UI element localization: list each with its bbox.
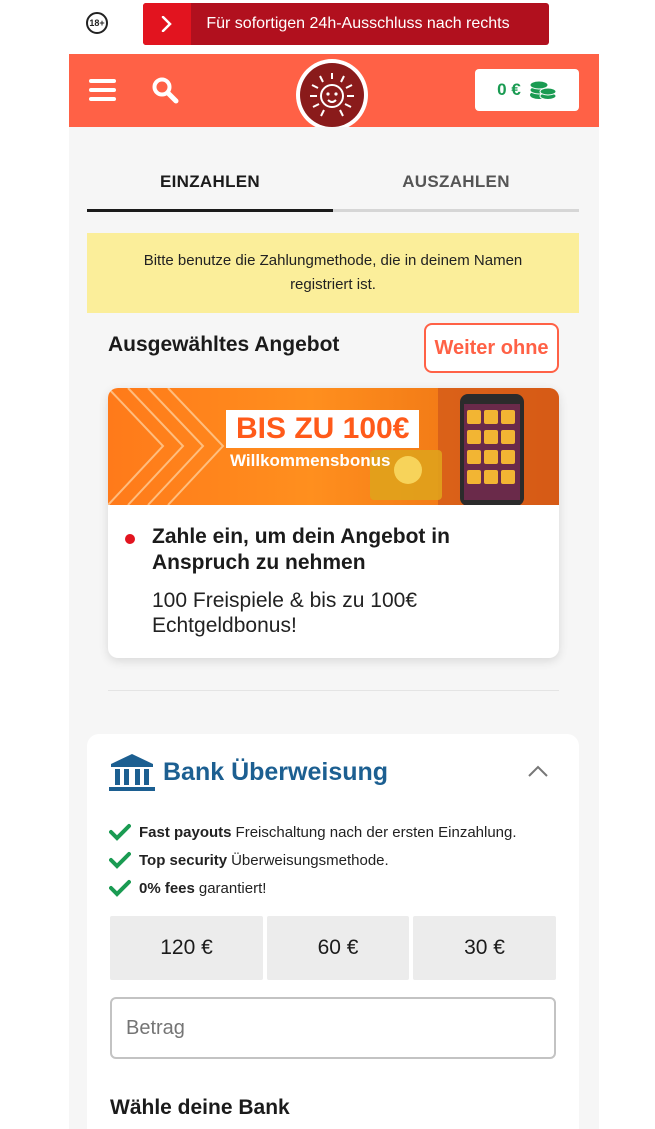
quick-amount-options: 120 € 60 € 30 € xyxy=(110,916,556,980)
balance-amount: 0 € xyxy=(497,80,521,99)
chevron-up-icon[interactable] xyxy=(527,764,549,778)
amount-option-30[interactable]: 30 € xyxy=(413,916,556,980)
feature-text: Überweisungsmethode. xyxy=(231,851,389,869)
balance-button[interactable]: 0 € xyxy=(475,69,579,111)
age-restriction-badge: 18+ xyxy=(86,12,108,34)
offer-headline: Zahle ein, um dein Angebot in Anspruch z… xyxy=(152,525,450,574)
amount-option-120[interactable]: 120 € xyxy=(110,916,263,980)
search-icon[interactable] xyxy=(151,76,181,106)
amount-input[interactable] xyxy=(110,997,556,1059)
checkmark-icon xyxy=(109,852,131,869)
site-header: 0 € xyxy=(69,54,599,131)
feature-item: 0% fees garantiert! xyxy=(109,874,517,902)
feature-item: Fast payouts Freischaltung nach der erst… xyxy=(109,818,517,846)
page: 18+ Für sofortigen 24h-Ausschluss nach r… xyxy=(0,0,655,1129)
payment-method-title: Bank Überweisung xyxy=(163,758,389,786)
offer-section-title: Ausgewähltes Angebot xyxy=(108,333,340,356)
menu-icon[interactable] xyxy=(89,79,116,101)
section-divider xyxy=(108,690,559,691)
lion-logo[interactable] xyxy=(296,59,368,131)
continue-without-offer-button[interactable]: Weiter ohne xyxy=(424,323,559,373)
feature-text: garantiert! xyxy=(198,879,267,897)
feature-bold: 0% fees xyxy=(139,879,195,897)
payment-notice: Bitte benutze die Zahlungmethode, die in… xyxy=(87,233,579,313)
feature-list: Fast payouts Freischaltung nach der erst… xyxy=(109,818,517,902)
status-dot-icon xyxy=(125,534,135,544)
chevron-right-icon[interactable] xyxy=(143,3,191,45)
choose-bank-heading: Wähle deine Bank xyxy=(110,1096,290,1119)
offer-description: 100 Freispiele & bis zu 100€ Echtgeldbon… xyxy=(152,589,417,637)
exclusion-label: Für sofortigen 24h-Ausschluss nach recht… xyxy=(206,15,510,32)
feature-bold: Fast payouts xyxy=(139,823,232,841)
feature-bold: Top security xyxy=(139,851,228,869)
bank-transfer-card: Bank Überweisung Fast payouts Freischalt… xyxy=(87,734,579,1129)
cashier-tabs: EINZAHLEN AUSZAHLEN xyxy=(87,155,579,213)
tab-deposit[interactable]: EINZAHLEN xyxy=(87,155,333,212)
offer-card[interactable]: BIS ZU 100€ Willkommensbonus Zahle ein, … xyxy=(108,388,559,658)
cashier-panel: EINZAHLEN AUSZAHLEN Bitte benutze die Za… xyxy=(69,127,599,1129)
feature-text: Freischaltung nach der ersten Einzahlung… xyxy=(235,823,517,841)
checkmark-icon xyxy=(109,880,131,897)
checkmark-icon xyxy=(109,824,131,841)
exclusion-slider-button[interactable]: Für sofortigen 24h-Ausschluss nach recht… xyxy=(143,3,549,45)
offer-banner: BIS ZU 100€ Willkommensbonus xyxy=(108,388,559,505)
amount-option-60[interactable]: 60 € xyxy=(267,916,409,980)
tab-withdraw[interactable]: AUSZAHLEN xyxy=(333,155,579,212)
bank-icon xyxy=(109,752,155,792)
feature-item: Top security Überweisungsmethode. xyxy=(109,846,517,874)
banner-amount: BIS ZU 100€ xyxy=(226,410,420,448)
coins-icon xyxy=(529,75,557,106)
banner-subtitle: Willkommensbonus xyxy=(230,451,391,470)
exclusion-bar: 18+ Für sofortigen 24h-Ausschluss nach r… xyxy=(0,0,655,54)
